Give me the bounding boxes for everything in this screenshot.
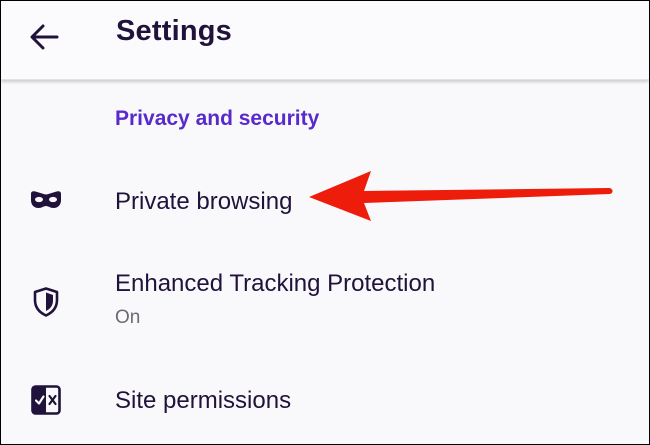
setting-site-permissions[interactable]: Site permissions — [1, 370, 649, 430]
setting-label: Site permissions — [115, 387, 292, 414]
shield-icon — [29, 285, 63, 319]
arrow-left-icon — [30, 24, 59, 50]
settings-screen: Settings Privacy and security Private br… — [1, 1, 649, 444]
section-header-privacy-security: Privacy and security — [115, 107, 320, 130]
setting-label: Private browsing — [115, 188, 293, 215]
page-title: Settings — [116, 15, 232, 47]
setting-status: On — [115, 307, 141, 328]
setting-enhanced-tracking-protection[interactable]: Enhanced Tracking Protection On — [1, 260, 649, 340]
site-permissions-icon — [29, 383, 63, 417]
back-button[interactable] — [23, 18, 65, 56]
setting-label: Enhanced Tracking Protection — [115, 270, 436, 297]
private-mask-icon — [29, 183, 63, 217]
app-bar: Settings — [1, 1, 649, 80]
red-callout-arrow — [309, 171, 613, 221]
settings-list: Privacy and security Private browsing En… — [1, 80, 649, 444]
